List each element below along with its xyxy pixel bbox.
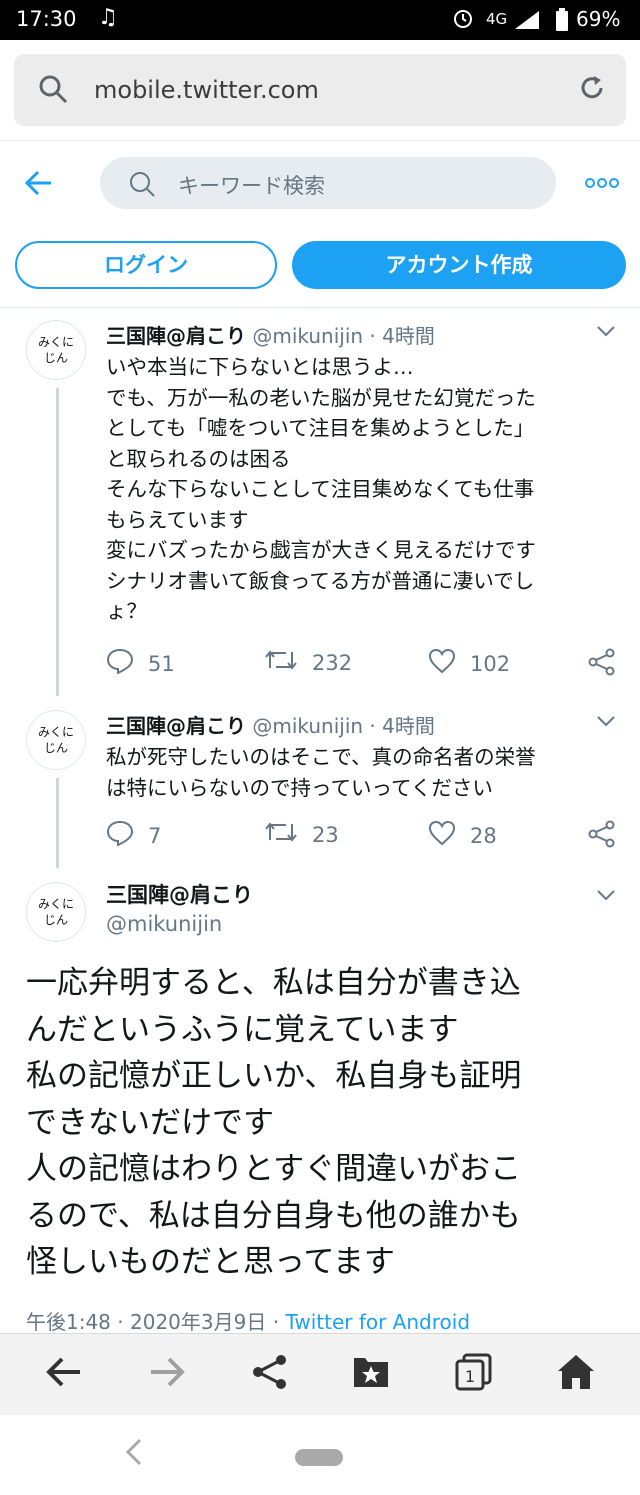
reply-icon [106, 820, 148, 851]
retweet-count: 232 [312, 650, 353, 675]
share-icon[interactable] [250, 1352, 290, 1396]
url-bar[interactable]: mobile.twitter.com [14, 54, 626, 126]
auth-button-row: ログイン アカウント作成 [0, 227, 640, 308]
tweet-text: いや本当に下らないとは思うよ… でも、万が一私の老いた脳が見せた幻覚だった とし… [106, 355, 536, 623]
reply-count: 7 [148, 823, 162, 848]
tweet-actions: 51 232 102 [106, 648, 626, 678]
avatar[interactable]: みくにじん [26, 710, 86, 770]
svg-text:1: 1 [465, 1367, 475, 1386]
tweet-text: 私が死守したいのはそこで、真の命名者の栄誉 は特にいらないので持っていってくださ… [106, 745, 536, 800]
system-nav-bar [0, 1415, 640, 1495]
status-time: 17:30 [16, 7, 77, 31]
like-button[interactable]: 28 [428, 820, 497, 851]
reload-icon[interactable] [576, 72, 608, 108]
login-button[interactable]: ログイン [15, 241, 277, 289]
browser-bottom-bar: 1 [0, 1333, 640, 1416]
tweet-timestamp[interactable]: 午後1:48 [26, 1310, 111, 1334]
browser-toolbar: mobile.twitter.com [0, 40, 640, 141]
reply-button[interactable]: 7 [106, 820, 161, 851]
retweet-icon [264, 648, 312, 677]
tweet-header: 三国陣@肩こり @mikunijin · 4時間 [106, 710, 435, 739]
keyword-search-input[interactable]: キーワード検索 [100, 157, 556, 209]
like-icon [428, 648, 470, 679]
alarm-icon [452, 7, 474, 34]
like-icon [428, 820, 470, 851]
dot-separator: · [117, 1310, 124, 1334]
home-gesture-pill[interactable] [295, 1449, 343, 1466]
tweet-handle[interactable]: @mikunijin [252, 324, 363, 348]
avatar[interactable]: みくにじん [26, 882, 86, 942]
twitter-header: キーワード検索 [0, 141, 640, 227]
dot-separator: · [369, 324, 376, 348]
search-icon [38, 74, 68, 108]
like-count: 28 [470, 823, 497, 848]
like-button[interactable]: 102 [428, 648, 510, 679]
search-placeholder: キーワード検索 [178, 174, 325, 198]
reply-count: 51 [148, 651, 175, 676]
back-arrow-icon[interactable] [24, 169, 54, 201]
share-button[interactable] [588, 648, 630, 681]
reply-button[interactable]: 51 [106, 648, 175, 679]
chevron-down-icon[interactable] [596, 712, 616, 731]
tweet-header: 三国陣@肩こり @mikunijin · 4時間 [106, 320, 435, 349]
search-icon [128, 170, 156, 202]
more-icon[interactable] [585, 174, 619, 193]
back-arrow-icon[interactable] [44, 1352, 84, 1396]
retweet-icon [264, 820, 312, 849]
tweet-date[interactable]: 2020年3月9日 [130, 1310, 266, 1334]
tweet-time[interactable]: 4時間 [382, 324, 435, 348]
url-text[interactable]: mobile.twitter.com [94, 76, 319, 104]
tweet-actions: 7 23 28 [106, 820, 626, 850]
share-button[interactable] [588, 820, 630, 853]
status-bar: 17:30 ♫ 4G 69% [0, 0, 640, 40]
retweet-button[interactable]: 232 [264, 648, 352, 677]
tweet-time[interactable]: 4時間 [382, 714, 435, 738]
signal-icon [513, 9, 543, 36]
battery-percent: 69% [576, 7, 621, 31]
retweet-button[interactable]: 23 [264, 820, 339, 849]
tweet-handle[interactable]: @mikunijin [252, 714, 363, 738]
like-count: 102 [470, 651, 511, 676]
tweet-text: 一応弁明すると、私は自分が書き込 んだというふうに覚えています 私の記憶が正しい… [26, 965, 522, 1280]
tweet-meta: 午後1:48 · 2020年3月9日 · Twitter for Android [26, 1306, 470, 1335]
chevron-down-icon[interactable] [596, 322, 616, 341]
tweet-source-link[interactable]: Twitter for Android [285, 1310, 470, 1334]
thread-line [56, 778, 59, 868]
tabs-icon[interactable]: 1 [454, 1352, 494, 1396]
network-type: 4G [486, 10, 508, 28]
battery-icon [555, 8, 569, 37]
avatar[interactable]: みくにじん [26, 320, 86, 380]
bookmark-star-icon[interactable] [351, 1352, 391, 1396]
tweet-author-name[interactable]: 三国陣@肩こり [106, 714, 246, 738]
dot-separator: · [272, 1310, 280, 1334]
share-icon [588, 648, 630, 681]
signup-button[interactable]: アカウント作成 [292, 241, 626, 289]
dot-separator: · [369, 714, 376, 738]
share-icon [588, 820, 630, 853]
retweet-count: 23 [312, 822, 339, 847]
tweet-author-name[interactable]: 三国陣@肩こり [106, 879, 253, 909]
music-note-icon: ♫ [98, 5, 118, 30]
chevron-left-icon[interactable] [124, 1437, 144, 1471]
thread-line [56, 388, 59, 696]
forward-arrow-icon[interactable] [147, 1352, 187, 1396]
tweet-handle[interactable]: @mikunijin [106, 912, 222, 936]
chevron-down-icon[interactable] [596, 886, 616, 905]
tweet-author-name[interactable]: 三国陣@肩こり [106, 324, 246, 348]
home-icon[interactable] [556, 1352, 596, 1396]
reply-icon [106, 648, 148, 679]
